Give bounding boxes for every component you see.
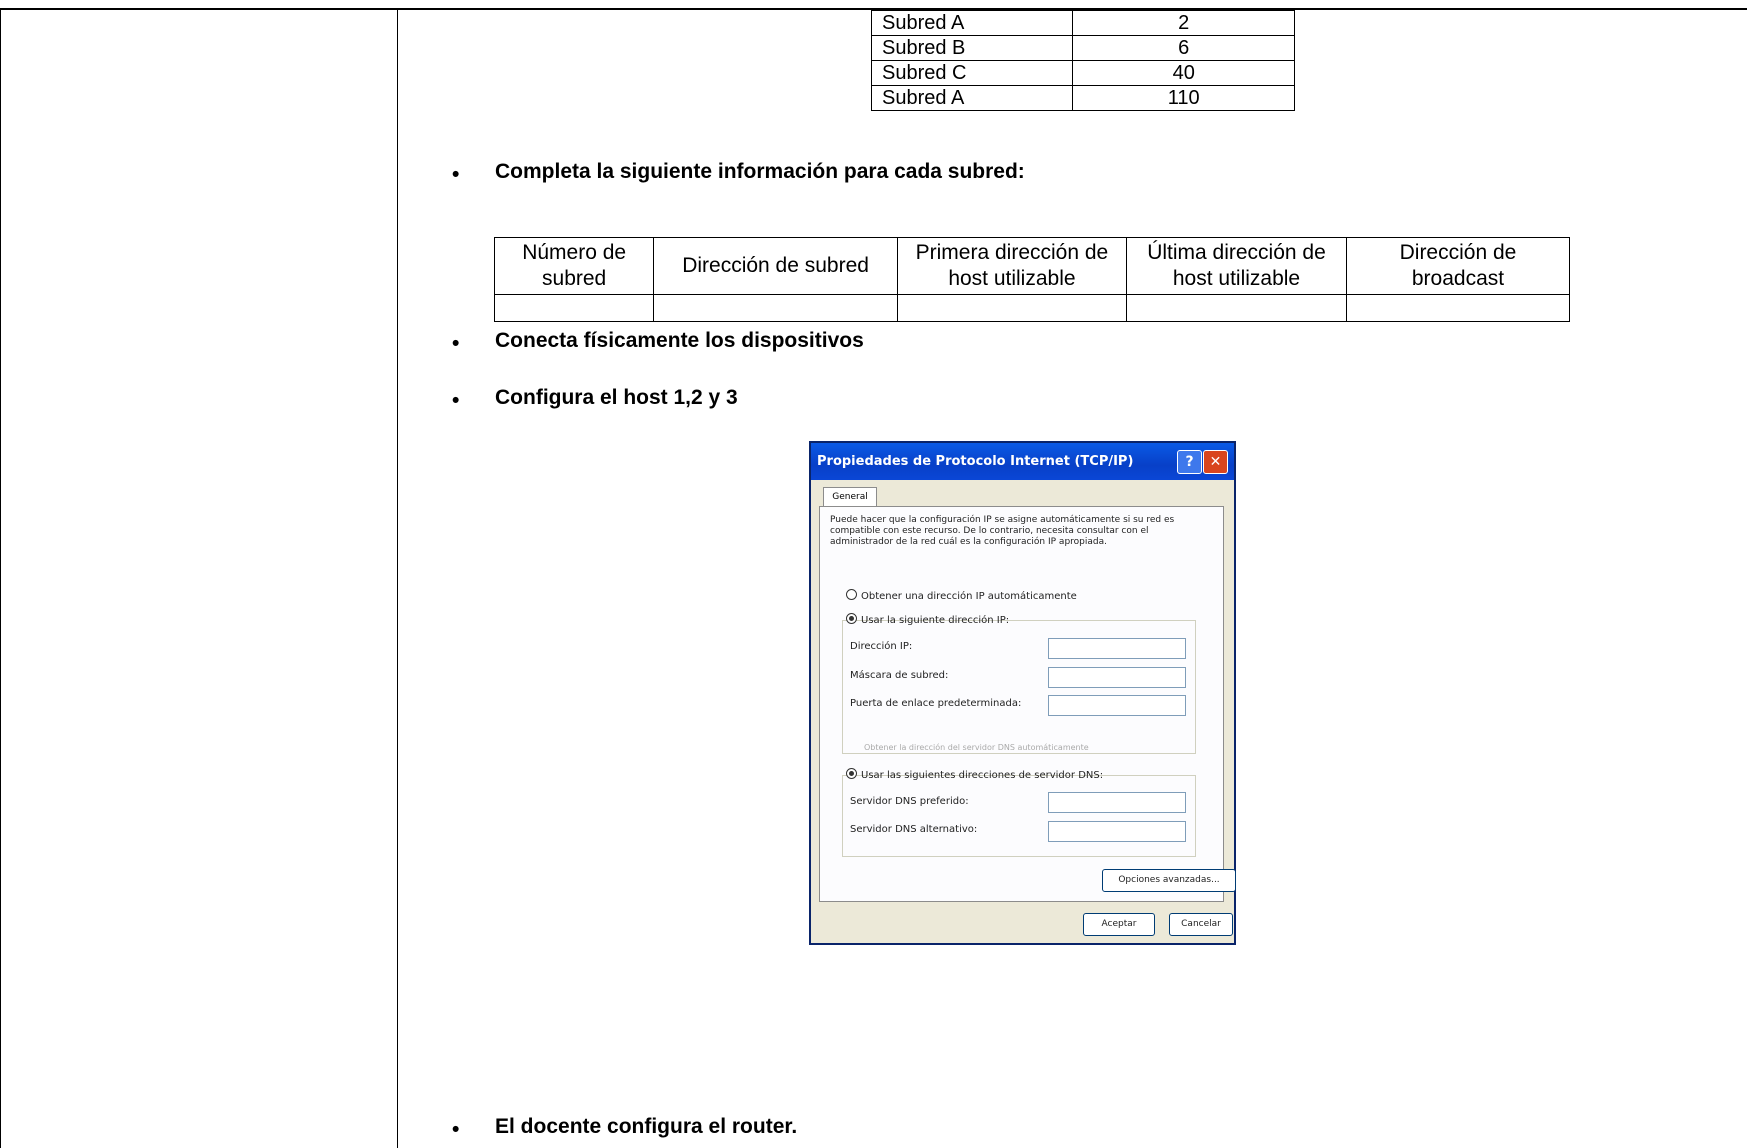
tcpip-properties-dialog: Propiedades de Protocolo Internet (TCP/I… [809,441,1236,945]
bullet-text: Conecta físicamente los dispositivos [495,329,864,352]
description-text: Puede hacer que la configuración IP se a… [830,515,1175,547]
gateway-field[interactable] [1048,695,1186,716]
dns-preferred-field[interactable] [1048,792,1186,813]
subnet-name: Subred B [870,35,1074,61]
radio-manual-ip-label: Usar la siguiente dirección IP: [861,615,1010,626]
subnet-hosts: 40 [1072,60,1295,86]
bullet-dot: • [452,389,460,412]
table-header-row: Número de subred Dirección de subred Pri… [493,237,1571,295]
general-panel: Puede hacer que la configuración IP se a… [819,506,1236,902]
advanced-options-button[interactable]: Opciones avanzadas... [1102,869,1236,892]
dns-alternate-field[interactable] [1048,821,1186,842]
dialog-title: Propiedades de Protocolo Internet (TCP/I… [817,454,1134,469]
dns-preferred-label: Servidor DNS preferido: [850,796,969,807]
bullet-text: El docente configura el router. [495,1115,798,1138]
bullet-text: Configura el host 1,2 y 3 [495,386,738,409]
bullet-dot: • [452,1118,460,1141]
header-first-host: Primera dirección de host utilizable [896,237,1128,295]
header-subnet-address: Dirección de subred [653,237,898,295]
subnet-info-table: Número de subred Dirección de subred Pri… [493,237,1571,322]
bullet-dot: • [452,163,460,186]
radio-icon [846,589,857,600]
dns-alternate-label: Servidor DNS alternativo: [850,824,978,835]
help-button[interactable]: ? [1177,450,1202,474]
radio-selected-icon [846,613,857,624]
subnet-name: Subred A [870,10,1074,36]
empty-cell [896,294,1128,322]
radio-auto-dns: Obtener la dirección del servidor DNS au… [864,743,1089,752]
header-last-host: Última dirección de host utilizable [1126,237,1347,295]
close-button[interactable]: ✕ [1203,450,1228,474]
subnet-hosts: 6 [1072,35,1295,61]
cancel-button[interactable]: Cancelar [1169,913,1233,936]
table-row: Subred A 110 [870,85,1295,111]
bullet-dot: • [452,332,460,355]
subnet-name: Subred A [870,85,1074,111]
radio-selected-icon [846,768,857,779]
radio-auto-ip[interactable]: Obtener una dirección IP automáticamente [846,589,1077,602]
subnet-name: Subred C [870,60,1074,86]
table-row: Subred A 2 [870,10,1295,36]
dialog-titlebar[interactable]: Propiedades de Protocolo Internet (TCP/I… [811,443,1234,480]
subnet-hosts-table: Subred A 2 Subred B 6 Subred C 40 Subred… [870,10,1295,111]
table-row: Subred C 40 [870,60,1295,86]
ip-address-field[interactable] [1048,638,1186,659]
ip-address-label: Dirección IP: [850,641,913,652]
table-row [493,294,1571,322]
table-row: Subred B 6 [870,35,1295,61]
tab-general[interactable]: General [823,487,877,507]
empty-cell [653,294,898,322]
header-subnet-number: Número de subred [493,237,655,295]
subnet-mask-label: Máscara de subred: [850,670,949,681]
radio-auto-ip-label: Obtener una dirección IP automáticamente [861,591,1077,602]
radio-manual-dns-label: Usar las siguientes direcciones de servi… [861,770,1104,781]
radio-manual-dns[interactable]: Usar las siguientes direcciones de servi… [846,768,1103,781]
column-divider [397,8,398,1148]
subnet-mask-field[interactable] [1048,667,1186,688]
subnet-hosts: 2 [1072,10,1295,36]
manual-dns-group [842,775,1196,857]
radio-manual-ip[interactable]: Usar la siguiente dirección IP: [846,613,1009,626]
bullet-text: Completa la siguiente información para c… [495,160,1025,183]
accept-button[interactable]: Aceptar [1083,913,1155,936]
empty-cell [1345,294,1571,322]
header-broadcast: Dirección de broadcast [1345,237,1571,295]
empty-cell [493,294,655,322]
subnet-hosts: 110 [1072,85,1295,111]
gateway-label: Puerta de enlace predeterminada: [850,698,1022,709]
empty-cell [1126,294,1347,322]
